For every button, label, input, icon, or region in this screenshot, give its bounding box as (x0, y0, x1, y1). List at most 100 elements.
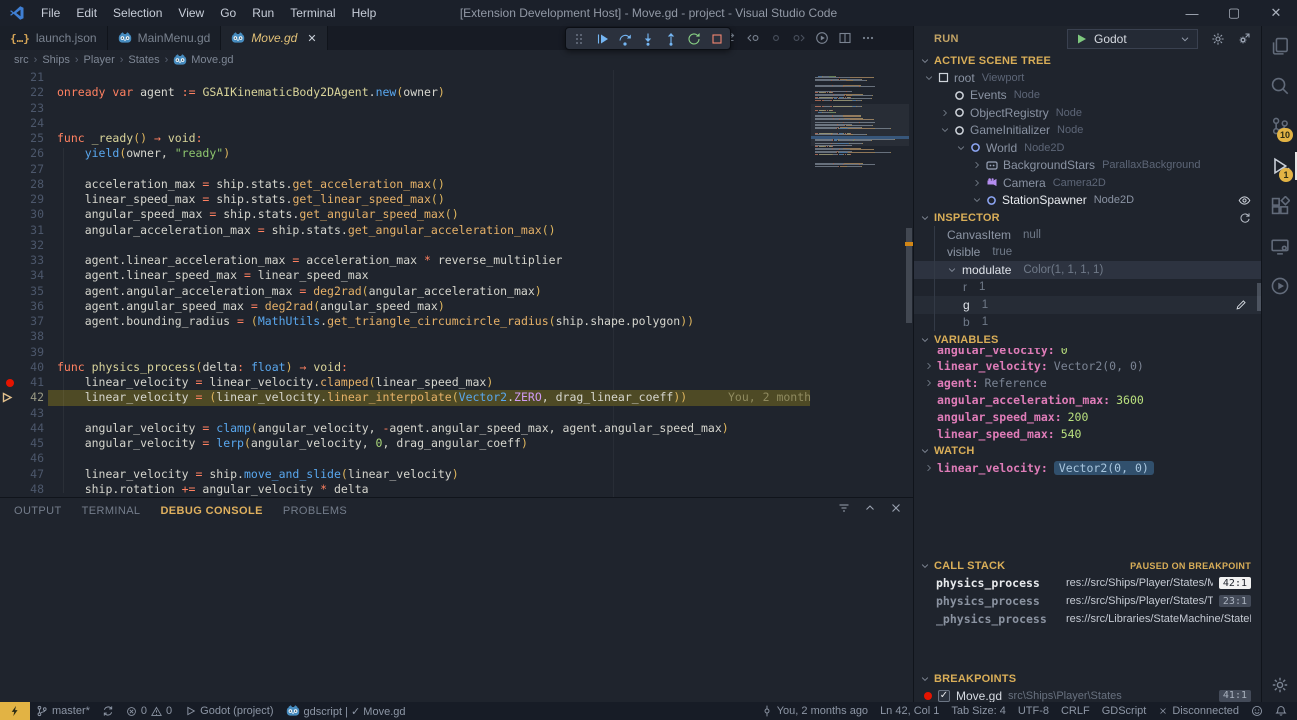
section-watch[interactable]: WATCH (914, 442, 1261, 459)
panel-tab-problems[interactable]: PROBLEMS (283, 505, 347, 517)
tab-launch.json[interactable]: {…}launch.json (0, 26, 108, 50)
gutter[interactable]: 43 (0, 406, 57, 421)
code-line-24[interactable]: 24 (0, 116, 913, 131)
scene-node-objectregistry[interactable]: ObjectRegistryNode (914, 104, 1261, 122)
stop-button[interactable] (710, 32, 724, 46)
inspector-prop-b[interactable]: b1 (914, 314, 1261, 332)
status-git-branch[interactable]: master* (30, 702, 96, 720)
stack-frame-1[interactable]: physics_processres://src/Ships/Player/St… (914, 592, 1261, 610)
section-call-stack[interactable]: CALL STACKPAUSED ON BREAKPOINT (914, 557, 1261, 574)
filter-icon[interactable] (837, 501, 851, 515)
gutter[interactable]: 41 (0, 375, 57, 390)
activity-extensions[interactable] (1262, 186, 1297, 226)
code-line-21[interactable]: 21 (0, 70, 913, 85)
section-variables[interactable]: VARIABLES (914, 331, 1261, 348)
gutter[interactable]: 47 (0, 467, 57, 482)
code-line-35[interactable]: 35 agent.angular_acceleration_max = deg2… (0, 284, 913, 299)
gutter[interactable]: 31 (0, 223, 57, 238)
menu-go[interactable]: Go (212, 0, 244, 26)
code-editor[interactable]: 2122onready var agent := GSAIKinematicBo… (0, 70, 913, 497)
status-blame[interactable]: You, 2 months ago (755, 702, 874, 720)
scene-node-events[interactable]: EventsNode (914, 87, 1261, 105)
code-line-43[interactable]: 43 (0, 406, 913, 421)
chevron-down-icon[interactable] (972, 195, 986, 205)
visibility-eye-icon[interactable] (1238, 194, 1251, 207)
toolbar-grip-icon[interactable] (572, 32, 586, 46)
gutter[interactable]: 39 (0, 345, 57, 360)
status-sync[interactable] (96, 702, 120, 720)
scene-node-backgroundstars[interactable]: BackgroundStarsParallaxBackground (914, 157, 1261, 175)
chevron-up-icon[interactable] (863, 501, 877, 515)
section-breakpoints[interactable]: BREAKPOINTS (914, 670, 1261, 687)
gutter[interactable]: 33 (0, 253, 57, 268)
status-language-mode[interactable]: GDScript (1096, 702, 1153, 720)
tab-mainmenu.gd[interactable]: MainMenu.gd (108, 26, 222, 50)
code-line-45[interactable]: 45 angular_velocity = lerp(angular_veloc… (0, 436, 913, 451)
code-line-48[interactable]: 48 ship.rotation += angular_velocity * d… (0, 482, 913, 497)
breadcrumb-item-move.gd[interactable]: Move.gd (173, 53, 233, 67)
chevron-right-icon[interactable] (924, 361, 937, 371)
status-indentation[interactable]: Tab Size: 4 (945, 702, 1011, 720)
menu-help[interactable]: Help (344, 0, 385, 26)
more-actions-icon[interactable] (861, 31, 875, 45)
breadcrumb[interactable]: src›Ships›Player›States›Move.gd (0, 50, 913, 70)
status-remote-indicator[interactable] (0, 702, 30, 720)
gutter[interactable]: 30 (0, 207, 57, 222)
variable-linear_speed_max[interactable]: linear_speed_max:540 (914, 425, 1261, 442)
activity-manage[interactable] (1262, 676, 1297, 694)
run-circle-icon[interactable] (815, 31, 829, 45)
code-line-22[interactable]: 22onready var agent := GSAIKinematicBody… (0, 85, 913, 100)
breakpoint-icon[interactable] (6, 379, 14, 387)
menu-terminal[interactable]: Terminal (282, 0, 343, 26)
stack-frame-0[interactable]: physics_processres://src/Ships/Player/St… (914, 574, 1261, 592)
gutter[interactable]: 25 (0, 131, 57, 146)
code-line-41[interactable]: 41 linear_velocity = linear_velocity.cla… (0, 375, 913, 390)
gutter[interactable]: 22 (0, 85, 57, 100)
status-debug-launch[interactable]: Godot (project) (178, 702, 279, 720)
panel-tab-debug-console[interactable]: DEBUG CONSOLE (160, 505, 262, 517)
code-line-42[interactable]: 42 linear_velocity = (linear_velocity.li… (0, 390, 913, 405)
gutter[interactable]: 46 (0, 451, 57, 466)
variable-row-clipped[interactable]: angular_velocity:0 (914, 348, 1261, 357)
chevron-right-icon[interactable] (924, 378, 937, 388)
code-line-38[interactable]: 38 (0, 329, 913, 344)
launch-config-dropdown[interactable]: Godot (1067, 29, 1198, 49)
status-godot-connection[interactable]: Disconnected (1152, 702, 1245, 720)
inspector-prop-modulate[interactable]: modulateColor(1, 1, 1, 1) (914, 261, 1261, 279)
close-tab-icon[interactable]: ✕ (307, 32, 316, 45)
section-inspector[interactable]: INSPECTOR (914, 209, 1261, 226)
menu-file[interactable]: File (33, 0, 68, 26)
scene-node-root[interactable]: rootViewport (914, 69, 1261, 87)
code-line-33[interactable]: 33 agent.linear_acceleration_max = accel… (0, 253, 913, 268)
maximize-button[interactable]: ▢ (1213, 0, 1255, 26)
code-line-39[interactable]: 39 (0, 345, 913, 360)
step-into-button[interactable] (641, 32, 655, 46)
chevron-right-icon[interactable] (924, 463, 937, 473)
code-line-31[interactable]: 31 angular_acceleration_max = ship.stats… (0, 223, 913, 238)
code-line-23[interactable]: 23 (0, 101, 913, 116)
close-button[interactable]: ✕ (1255, 0, 1297, 26)
open-launch-config-icon[interactable] (1237, 32, 1251, 46)
start-debug-icon[interactable] (1074, 32, 1088, 47)
gutter[interactable]: 28 (0, 177, 57, 192)
gutter[interactable]: 37 (0, 314, 57, 329)
step-out-button[interactable] (664, 32, 678, 46)
chevron-down-icon[interactable] (924, 73, 938, 83)
inspector-prop-visible[interactable]: visibletrue (914, 244, 1261, 262)
status-feedback[interactable] (1245, 702, 1269, 720)
status-problems[interactable]: 00 (120, 702, 178, 720)
status-language-status[interactable]: gdscript | ✓ Move.gd (280, 702, 412, 720)
variable-angular_velocity[interactable]: angular_velocity:0 (914, 348, 1261, 357)
gutter[interactable]: 21 (0, 70, 57, 85)
code-line-27[interactable]: 27 (0, 162, 913, 177)
panel-tab-output[interactable]: OUTPUT (14, 505, 62, 517)
code-line-40[interactable]: 40func physics_process(delta: float) → v… (0, 360, 913, 375)
code-line-32[interactable]: 32 (0, 238, 913, 253)
gutter[interactable]: 40 (0, 360, 57, 375)
status-encoding[interactable]: UTF-8 (1012, 702, 1055, 720)
edit-pencil-icon[interactable] (1235, 299, 1247, 311)
activity-remote-explorer[interactable] (1262, 226, 1297, 266)
scene-node-world[interactable]: WorldNode2D (914, 139, 1261, 157)
scene-node-camera[interactable]: CameraCamera2D (914, 174, 1261, 192)
chevron-right-icon[interactable] (972, 178, 986, 188)
